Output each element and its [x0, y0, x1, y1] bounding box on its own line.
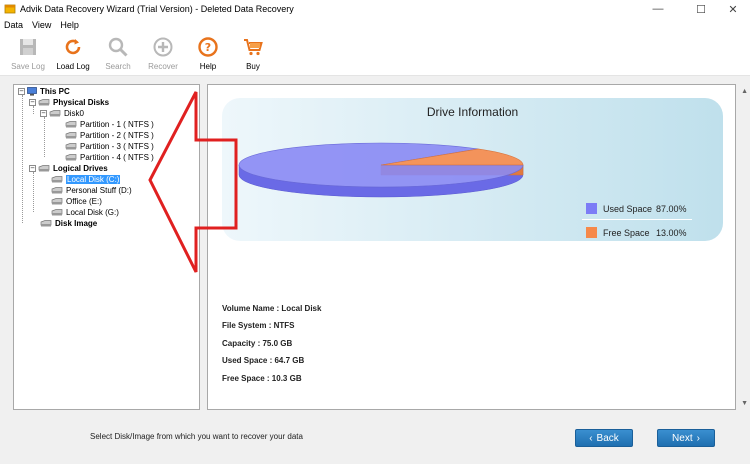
volume-name-text: Volume Name : Local Disk [222, 304, 322, 313]
collapse-toggle[interactable]: − [29, 99, 36, 106]
cart-icon [244, 39, 263, 56]
tree-item-physical-disks[interactable]: − Physical Disks [29, 97, 109, 108]
floppy-icon [20, 39, 36, 55]
help-button[interactable]: ? Help [186, 36, 230, 74]
chevron-left-icon: ‹ [589, 432, 593, 444]
collapse-toggle[interactable]: − [40, 110, 47, 117]
legend-swatch-free [586, 227, 597, 238]
scroll-down-arrow[interactable]: ▼ [741, 400, 748, 407]
tree-connector [33, 172, 34, 212]
tree-connector [44, 117, 45, 157]
drive-icon [38, 99, 50, 106]
drive-icon [65, 121, 77, 128]
menu-help[interactable]: Help [60, 20, 79, 30]
search-button[interactable]: Search [96, 36, 140, 74]
minimize-button[interactable]: — [641, 0, 675, 18]
capacity-text: Capacity : 75.0 GB [222, 339, 293, 348]
tree-item-this-pc[interactable]: − This PC [18, 86, 70, 97]
menu-bar: Data View Help [0, 18, 750, 32]
drive-icon [51, 187, 63, 194]
recover-button[interactable]: Recover [141, 36, 185, 74]
tree-item-partition-2[interactable]: Partition - 2 ( NTFS ) [65, 130, 154, 141]
scroll-up-arrow[interactable]: ▲ [741, 88, 748, 95]
load-log-button[interactable]: Load Log [51, 36, 95, 74]
drive-icon [65, 132, 77, 139]
tree-item-personal-stuff-d[interactable]: Personal Stuff (D:) [51, 185, 132, 196]
legend-free-space: Free Space 13.00% [586, 227, 687, 238]
tree-item-partition-4[interactable]: Partition - 4 ( NTFS ) [65, 152, 154, 163]
close-button[interactable]: ✕ [716, 0, 750, 18]
drive-icon [38, 165, 50, 172]
window-title: Advik Data Recovery Wizard (Trial Versio… [20, 4, 294, 14]
refresh-icon [65, 39, 81, 55]
computer-icon [27, 87, 37, 96]
drive-icon [65, 154, 77, 161]
help-icon: ? [198, 37, 218, 57]
menu-view[interactable]: View [32, 20, 51, 30]
drive-info-title: Drive Information [426, 105, 519, 119]
legend-swatch-used [586, 203, 597, 214]
drive-icon [51, 198, 63, 205]
search-icon [108, 37, 128, 57]
menu-data[interactable]: Data [4, 20, 23, 30]
legend-divider [582, 219, 692, 220]
drive-icon [51, 209, 63, 216]
legend-used-space: Used Space 87.00% [586, 203, 687, 214]
drive-icon [40, 220, 52, 227]
svg-text:?: ? [205, 41, 211, 54]
drive-info-panel: Drive Information Used Space 87.00% Free… [207, 84, 736, 410]
tree-item-partition-1[interactable]: Partition - 1 ( NTFS ) [65, 119, 154, 130]
tree-item-local-disk-c[interactable]: Local Disk (C:) [51, 174, 121, 185]
chevron-right-icon: › [696, 432, 700, 444]
collapse-toggle[interactable]: − [29, 165, 36, 172]
title-bar: Advik Data Recovery Wizard (Trial Versio… [0, 0, 750, 18]
tree-item-disk-image[interactable]: Disk Image [40, 218, 97, 229]
maximize-button[interactable]: ☐ [684, 0, 718, 18]
tree-item-local-disk-g[interactable]: Local Disk (G:) [51, 207, 119, 218]
tree-item-logical-drives[interactable]: − Logical Drives [29, 163, 108, 174]
tree-item-partition-3[interactable]: Partition - 3 ( NTFS ) [65, 141, 154, 152]
tree-connector [22, 95, 23, 223]
drive-icon [51, 176, 63, 183]
next-button[interactable]: Next › [657, 429, 715, 447]
back-button[interactable]: ‹ Back [575, 429, 633, 447]
buy-button[interactable]: Buy [231, 36, 275, 74]
app-icon [4, 3, 16, 15]
tree-item-office-e[interactable]: Office (E:) [51, 196, 102, 207]
disk-tree[interactable]: − This PC − Physical Disks − Disk0 Parti… [13, 84, 200, 410]
toolbar: Save Log Load Log Search Recover ? Help … [0, 32, 750, 76]
tree-item-disk0[interactable]: − Disk0 [40, 108, 84, 119]
used-space-text: Used Space : 64.7 GB [222, 356, 305, 365]
drive-pie-chart [238, 142, 524, 198]
free-space-text: Free Space : 10.3 GB [222, 374, 302, 383]
save-log-button[interactable]: Save Log [6, 36, 50, 74]
collapse-toggle[interactable]: − [18, 88, 25, 95]
drive-icon [49, 110, 61, 117]
instruction-text: Select Disk/Image from which you want to… [90, 432, 303, 441]
drive-icon [65, 143, 77, 150]
plus-circle-icon [153, 37, 173, 57]
file-system-text: File System : NTFS [222, 321, 295, 330]
